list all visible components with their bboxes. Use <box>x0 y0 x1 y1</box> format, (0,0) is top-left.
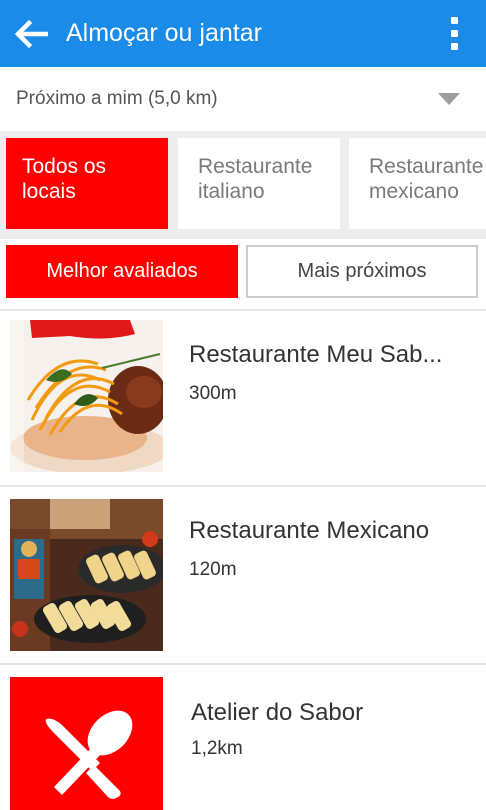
app-bar: Almoçar ou jantar <box>0 0 486 67</box>
category-label-line2: locais <box>22 180 76 203</box>
category-filter-bar: Todos os locais Restaurante italiano Res… <box>0 131 486 239</box>
caret-down-icon <box>438 93 460 105</box>
category-all-places[interactable]: Todos os locais <box>6 138 168 229</box>
mexican-buffet-photo <box>10 499 163 651</box>
sort-bar: Melhor avaliados Mais próximos <box>0 239 486 309</box>
knife-spoon-icon <box>10 677 163 810</box>
sort-best-rated-button[interactable]: Melhor avaliados <box>6 245 238 298</box>
arrow-left-icon <box>14 19 48 48</box>
category-label-line1: Restaurante <box>198 155 313 178</box>
more-vert-icon[interactable] <box>434 0 474 67</box>
category-label-line1: Todos os <box>22 155 107 178</box>
restaurant-distance: 1,2km <box>191 738 243 759</box>
location-label: Próximo a mim (5,0 km) <box>16 88 218 109</box>
restaurant-name: Restaurante Mexicano <box>189 517 430 544</box>
restaurant-name: Restaurante Meu Sab... <box>189 341 443 368</box>
restaurant-distance: 300m <box>189 383 237 404</box>
category-mexican[interactable]: Restaurante mexicano <box>349 138 486 229</box>
category-label-line2: mexicano <box>369 180 459 203</box>
category-label-line1: Restaurante <box>369 155 484 178</box>
page-title: Almoçar ou jantar <box>66 19 262 47</box>
list-item[interactable]: Restaurante Meu Sab... 300m <box>0 311 486 487</box>
category-italian[interactable]: Restaurante italiano <box>178 138 340 229</box>
list-item[interactable]: Atelier do Sabor 1,2km <box>0 665 486 810</box>
restaurant-name: Atelier do Sabor <box>191 699 364 726</box>
location-dropdown[interactable]: Próximo a mim (5,0 km) <box>0 67 486 131</box>
sort-nearest-button[interactable]: Mais próximos <box>246 245 478 298</box>
back-button[interactable] <box>0 0 62 67</box>
category-label-line2: italiano <box>198 180 265 203</box>
list-item[interactable]: Restaurante Mexicano 120m <box>0 487 486 663</box>
pasta-dish-photo <box>10 320 163 472</box>
restaurant-distance: 120m <box>189 559 237 580</box>
